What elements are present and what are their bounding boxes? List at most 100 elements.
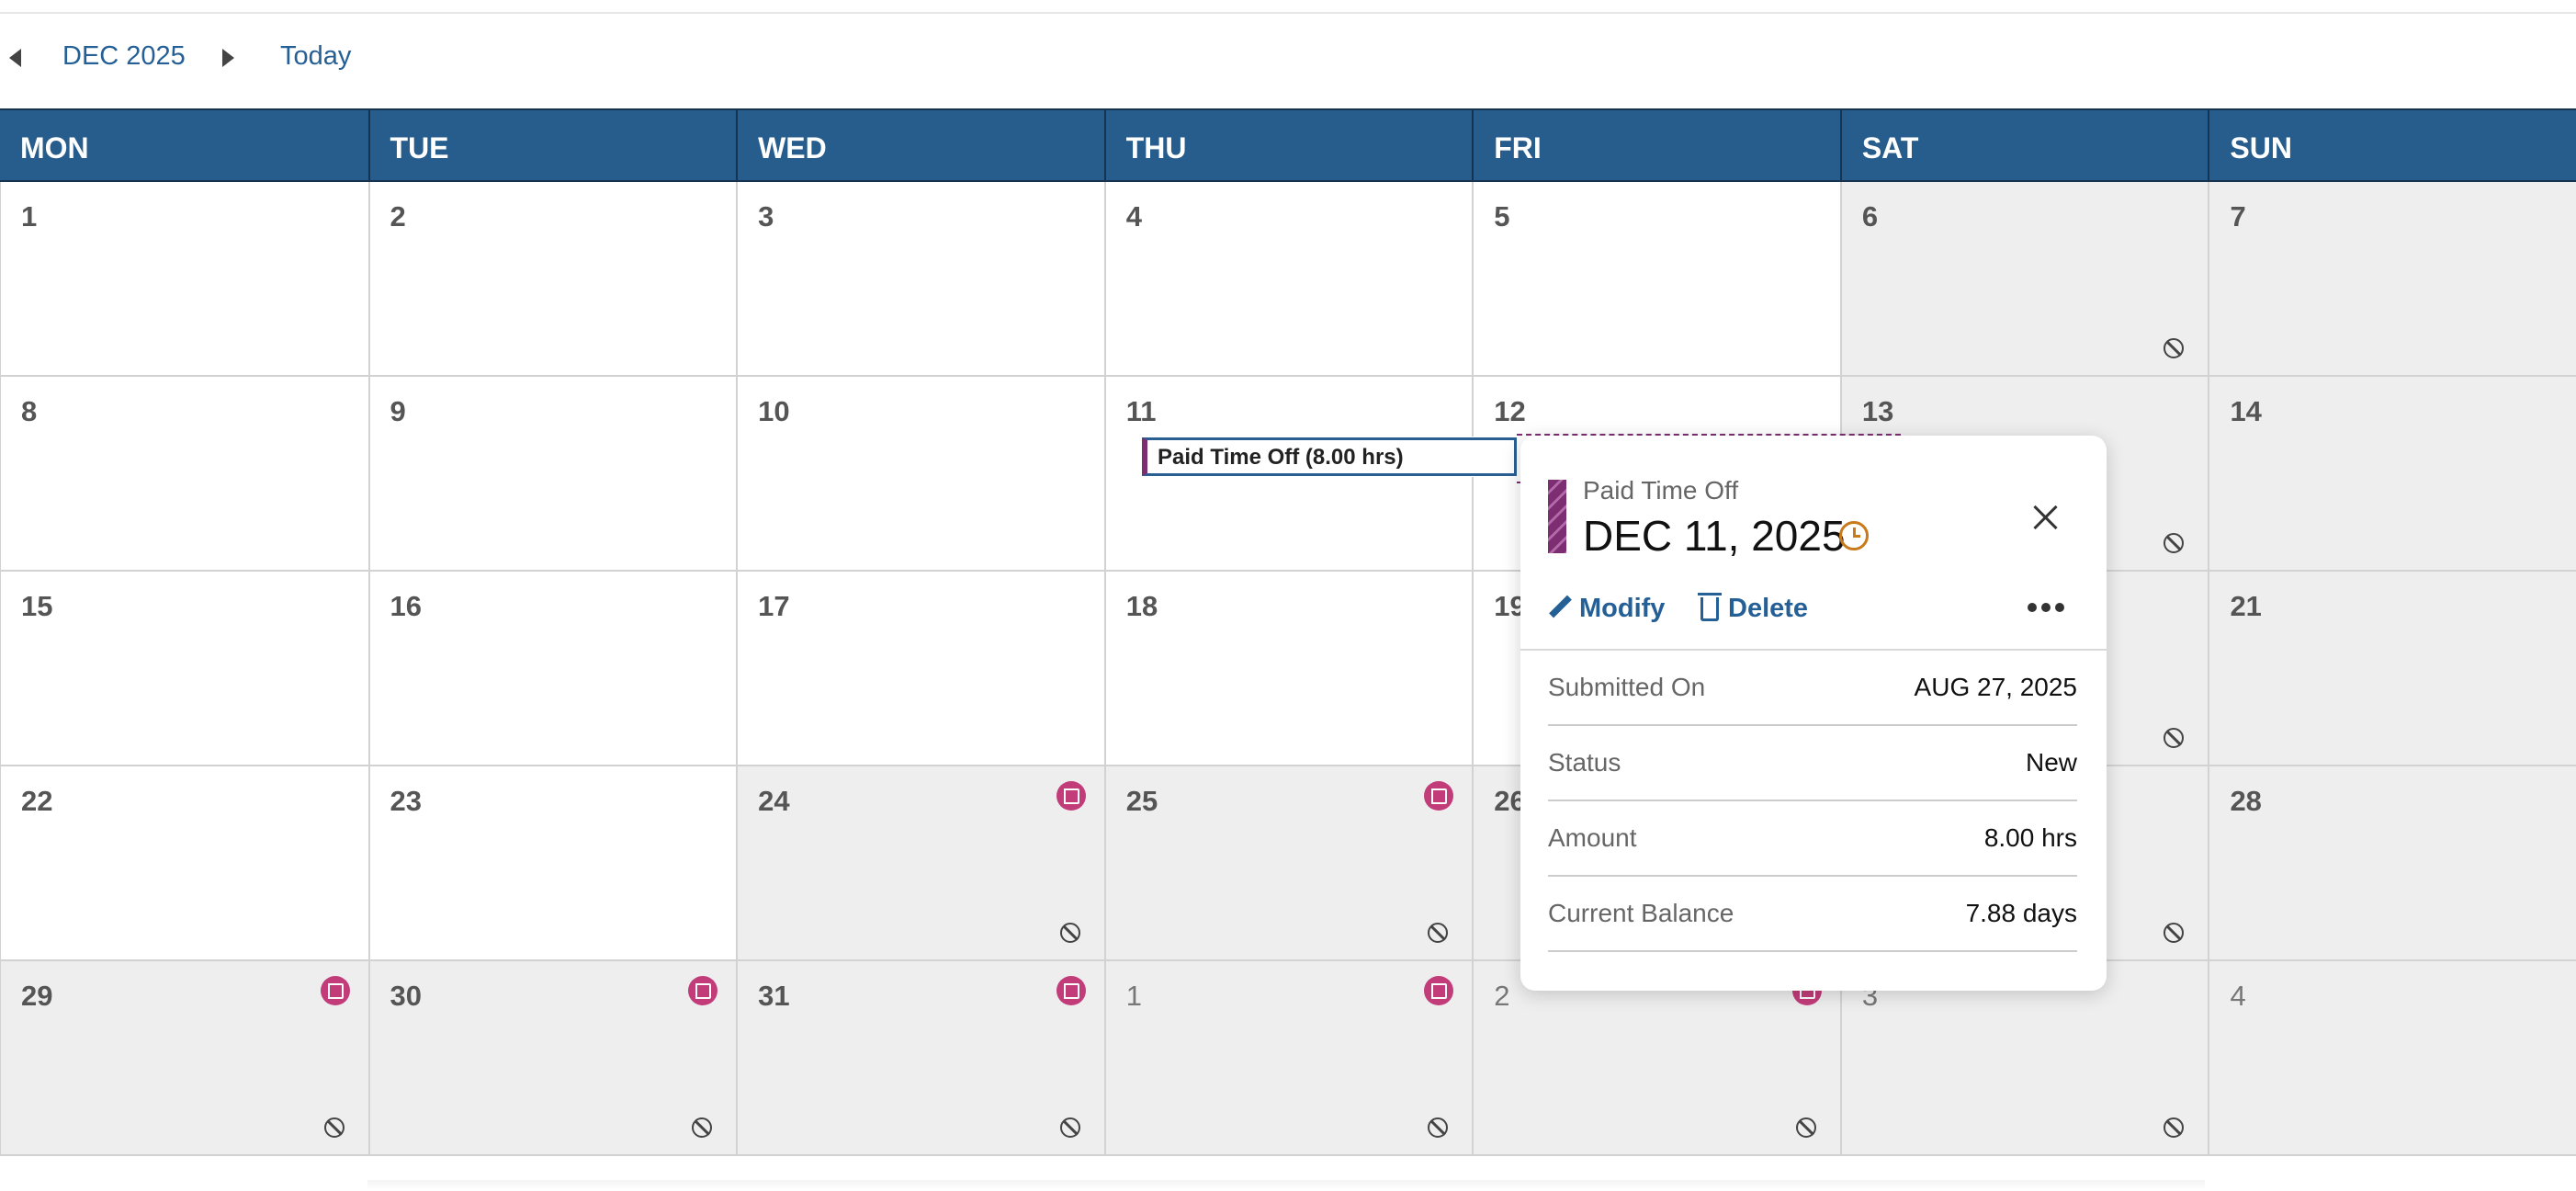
day-cell[interactable]: 4 <box>1103 182 1473 375</box>
day-number: 31 <box>758 980 790 1012</box>
month-selector[interactable]: DEC 2025 <box>62 41 186 72</box>
day-number: 14 <box>2230 395 2262 427</box>
day-number: 23 <box>390 785 423 817</box>
day-number: 2 <box>390 200 406 233</box>
day-cell[interactable]: 31 <box>736 961 1104 1154</box>
day-number: 5 <box>1494 200 1510 233</box>
non-working-day-icon <box>692 1117 713 1138</box>
event-type-stripe <box>1548 480 1566 553</box>
detail-row-amount: Amount 8.00 hrs <box>1548 801 2077 877</box>
non-working-day-icon <box>2164 923 2185 943</box>
today-button[interactable]: Today <box>280 41 351 72</box>
popup-event-date: DEC 11, 2025 <box>1583 512 1846 560</box>
pencil-icon <box>1548 596 1572 619</box>
day-cell[interactable]: 10 <box>736 377 1104 570</box>
day-cell[interactable]: 3 <box>736 182 1104 375</box>
holiday-flag-icon[interactable] <box>1056 976 1086 1005</box>
detail-value: New <box>2025 748 2077 777</box>
day-cell[interactable]: 28 <box>2208 766 2576 959</box>
calendar-grid: 1234567891011121314151617181920212223242… <box>0 182 2576 1156</box>
weekday-label: FRI <box>1472 110 1840 180</box>
non-working-day-icon <box>2164 533 2185 553</box>
event-paid-time-off[interactable]: Paid Time Off (8.00 hrs) <box>1141 437 1518 477</box>
holiday-flag-icon[interactable] <box>1424 976 1454 1005</box>
event-detail-popup: Paid Time Off DEC 11, 2025 Modify Delete… <box>1520 436 2107 991</box>
day-cell[interactable]: 8 <box>0 377 368 570</box>
day-cell[interactable]: 1 <box>0 182 368 375</box>
modify-button[interactable]: Modify <box>1548 594 1665 624</box>
day-number: 17 <box>758 590 790 622</box>
day-number: 12 <box>1494 395 1526 427</box>
next-month-icon[interactable] <box>222 49 234 67</box>
day-cell[interactable]: 9 <box>367 377 737 570</box>
day-number: 2 <box>1494 980 1510 1012</box>
day-cell[interactable]: 4 <box>2208 961 2576 1154</box>
day-cell[interactable]: 16 <box>367 572 737 765</box>
day-cell[interactable]: 5 <box>1472 182 1840 375</box>
day-number: 30 <box>390 980 423 1012</box>
detail-label: Submitted On <box>1548 673 1706 701</box>
day-cell[interactable]: 6 <box>1839 182 2209 375</box>
prev-month-icon[interactable] <box>9 49 21 67</box>
day-cell[interactable]: 22 <box>0 766 368 959</box>
non-working-day-icon <box>1428 923 1449 943</box>
detail-value: 8.00 hrs <box>1983 823 2077 852</box>
detail-label: Status <box>1548 748 1621 777</box>
weekday-label: WED <box>736 110 1104 180</box>
day-number: 4 <box>2230 980 2246 1012</box>
detail-value: AUG 27, 2025 <box>1914 673 2077 701</box>
day-cell[interactable]: 14 <box>2208 377 2576 570</box>
day-cell[interactable]: 18 <box>1103 572 1473 765</box>
weekday-header: MON TUE WED THU FRI SAT SUN <box>0 108 2576 182</box>
day-number: 10 <box>758 395 790 427</box>
day-number: 7 <box>2230 200 2246 233</box>
day-number: 9 <box>390 395 406 427</box>
day-cell[interactable]: 30 <box>367 961 737 1154</box>
top-border <box>0 0 2576 14</box>
holiday-flag-icon[interactable] <box>320 976 350 1005</box>
weekday-label: MON <box>20 131 89 164</box>
day-cell[interactable]: 25 <box>1103 766 1473 959</box>
day-number: 6 <box>1861 200 1879 233</box>
detail-value: 7.88 days <box>1965 899 2077 927</box>
delete-button[interactable]: Delete <box>1698 593 1808 624</box>
detail-label: Current Balance <box>1548 899 1734 927</box>
day-cell[interactable]: 1 <box>1103 961 1473 1154</box>
modify-label: Modify <box>1579 594 1666 623</box>
day-number: 18 <box>1125 590 1158 622</box>
holiday-flag-icon[interactable] <box>1056 781 1086 811</box>
weekday-label: SAT <box>1839 110 2209 180</box>
week-row: 15161718192021 <box>0 572 2576 766</box>
week-row: 22232425262728 <box>0 766 2576 961</box>
day-number: 22 <box>21 785 53 817</box>
day-cell[interactable]: 29 <box>0 961 368 1154</box>
day-number: 4 <box>1125 200 1142 233</box>
holiday-flag-icon[interactable] <box>1424 781 1454 811</box>
day-number: 28 <box>2230 785 2262 817</box>
holiday-flag-icon[interactable] <box>688 976 718 1005</box>
day-number: 1 <box>21 200 38 233</box>
detail-row-status: Status New <box>1548 726 2077 801</box>
day-number: 21 <box>2230 590 2262 622</box>
weekday-label: TUE <box>367 110 737 180</box>
day-cell[interactable]: 15 <box>0 572 368 765</box>
day-number: 16 <box>390 590 423 622</box>
close-icon[interactable] <box>2031 504 2059 531</box>
day-cell[interactable]: 24 <box>736 766 1104 959</box>
non-working-day-icon <box>2164 728 2185 748</box>
detail-row-balance: Current Balance 7.88 days <box>1548 877 2077 952</box>
pending-clock-icon <box>1839 521 1869 550</box>
popup-event-type: Paid Time Off <box>1583 476 1739 505</box>
day-number: 3 <box>758 200 774 233</box>
day-cell[interactable]: 17 <box>736 572 1104 765</box>
day-cell[interactable]: 2 <box>367 182 737 375</box>
day-cell[interactable]: 7 <box>2208 182 2576 375</box>
non-working-day-icon <box>1795 1117 1816 1138</box>
day-cell[interactable]: 21 <box>2208 572 2576 765</box>
more-options-icon[interactable] <box>2028 603 2064 612</box>
calendar-toolbar: DEC 2025 Today <box>0 29 735 86</box>
day-number: 29 <box>21 980 53 1012</box>
day-cell[interactable]: 23 <box>367 766 737 959</box>
detail-row-submitted: Submitted On AUG 27, 2025 <box>1548 651 2077 726</box>
detail-label: Amount <box>1548 823 1637 852</box>
